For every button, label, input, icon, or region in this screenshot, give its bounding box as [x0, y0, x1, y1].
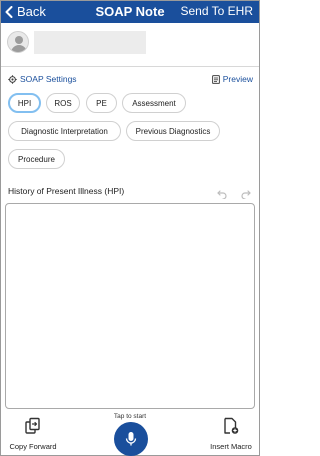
nav-bar: Back SOAP Note Send To EHR: [1, 1, 259, 23]
settings-row: SOAP Settings Preview: [1, 72, 259, 88]
back-button[interactable]: Back: [5, 4, 46, 19]
send-to-ehr-button[interactable]: Send To EHR: [181, 4, 254, 18]
bottom-bar: Copy Forward Tap to start Insert Macro: [1, 409, 259, 456]
chevron-left-icon: [5, 5, 13, 18]
gear-icon: [8, 74, 17, 84]
user-avatar-icon: [7, 31, 29, 53]
chip-ros[interactable]: ROS: [46, 93, 80, 113]
copy-forward-label: Copy Forward: [9, 442, 57, 451]
insert-macro-icon: [224, 417, 239, 434]
document-icon: [211, 74, 220, 84]
preview-button[interactable]: Preview: [211, 74, 253, 84]
patient-header: [1, 23, 259, 66]
insert-macro-label: Insert Macro: [210, 442, 252, 451]
back-label: Back: [17, 4, 46, 19]
soap-settings-button[interactable]: SOAP Settings: [8, 74, 77, 84]
microphone-icon: [125, 432, 137, 446]
chip-assessment[interactable]: Assessment: [122, 93, 186, 113]
chip-diagnostic-interpretation[interactable]: Diagnostic Interpretation: [8, 121, 121, 141]
soap-settings-label: SOAP Settings: [20, 74, 77, 84]
undo-icon[interactable]: [217, 186, 227, 204]
preview-label: Preview: [222, 74, 253, 84]
section-title: History of Present Illness (HPI): [8, 186, 125, 196]
chip-pe[interactable]: PE: [86, 93, 117, 113]
redo-icon[interactable]: [241, 186, 251, 204]
hpi-text-area[interactable]: [5, 203, 255, 409]
insert-macro-button[interactable]: Insert Macro: [205, 417, 257, 451]
chip-procedure[interactable]: Procedure: [8, 149, 65, 169]
divider: [1, 66, 259, 67]
chip-hpi[interactable]: HPI: [8, 93, 41, 113]
patient-name: [34, 31, 146, 54]
chip-previous-diagnostics[interactable]: Previous Diagnostics: [126, 121, 220, 141]
copy-forward-button[interactable]: Copy Forward: [6, 417, 60, 451]
record-button[interactable]: [114, 422, 148, 456]
